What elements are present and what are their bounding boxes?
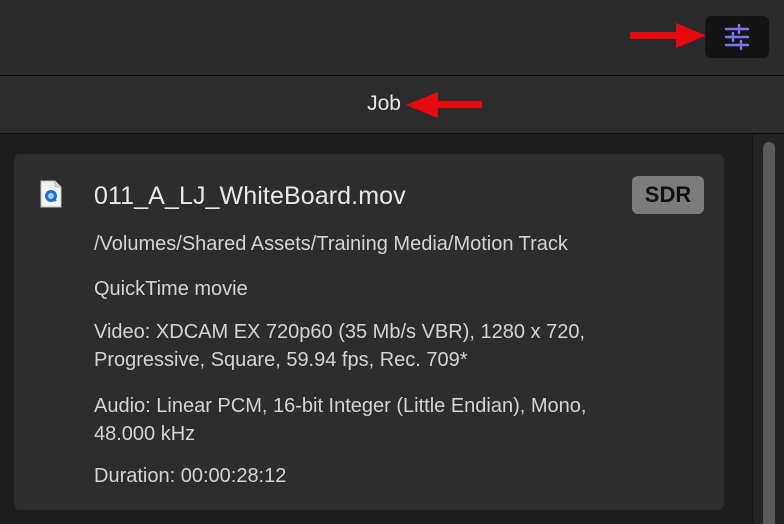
video-info-line-2: Progressive, Square, 59.94 fps, Rec. 709… [94,349,468,371]
video-info: Video: XDCAM EX 720p60 (35 Mb/s VBR), 12… [94,318,585,374]
file-path: /Volumes/Shared Assets/Training Media/Mo… [94,233,568,255]
audio-info-line-2: 48.000 kHz [94,423,196,445]
sdr-badge: SDR [632,176,704,214]
job-info-card: 011_A_LJ_WhiteBoard.mov SDR /Volumes/Sha… [14,154,724,510]
app-window: Job 011_A_LJ_WhiteBoard.mov SDR /Volumes… [0,0,784,524]
video-info-line-1: Video: XDCAM EX 720p60 (35 Mb/s VBR), 12… [94,321,586,343]
job-filename: 011_A_LJ_WhiteBoard.mov [94,182,406,210]
scrollbar-thumb[interactable] [763,142,775,524]
job-inspector-panel: 011_A_LJ_WhiteBoard.mov SDR /Volumes/Sha… [0,134,784,524]
sliders-icon [723,23,751,51]
tab-job[interactable]: Job [367,92,401,116]
toolbar [0,0,784,76]
audio-info: Audio: Linear PCM, 16-bit Integer (Littl… [94,392,586,448]
vertical-scrollbar[interactable] [752,134,784,524]
file-type: QuickTime movie [94,278,248,300]
quicktime-file-icon [39,180,63,208]
tab-bar: Job [0,76,784,134]
duration-info: Duration: 00:00:28:12 [94,465,287,487]
audio-info-line-1: Audio: Linear PCM, 16-bit Integer (Littl… [94,395,587,417]
inspector-toggle-button[interactable] [705,16,769,58]
